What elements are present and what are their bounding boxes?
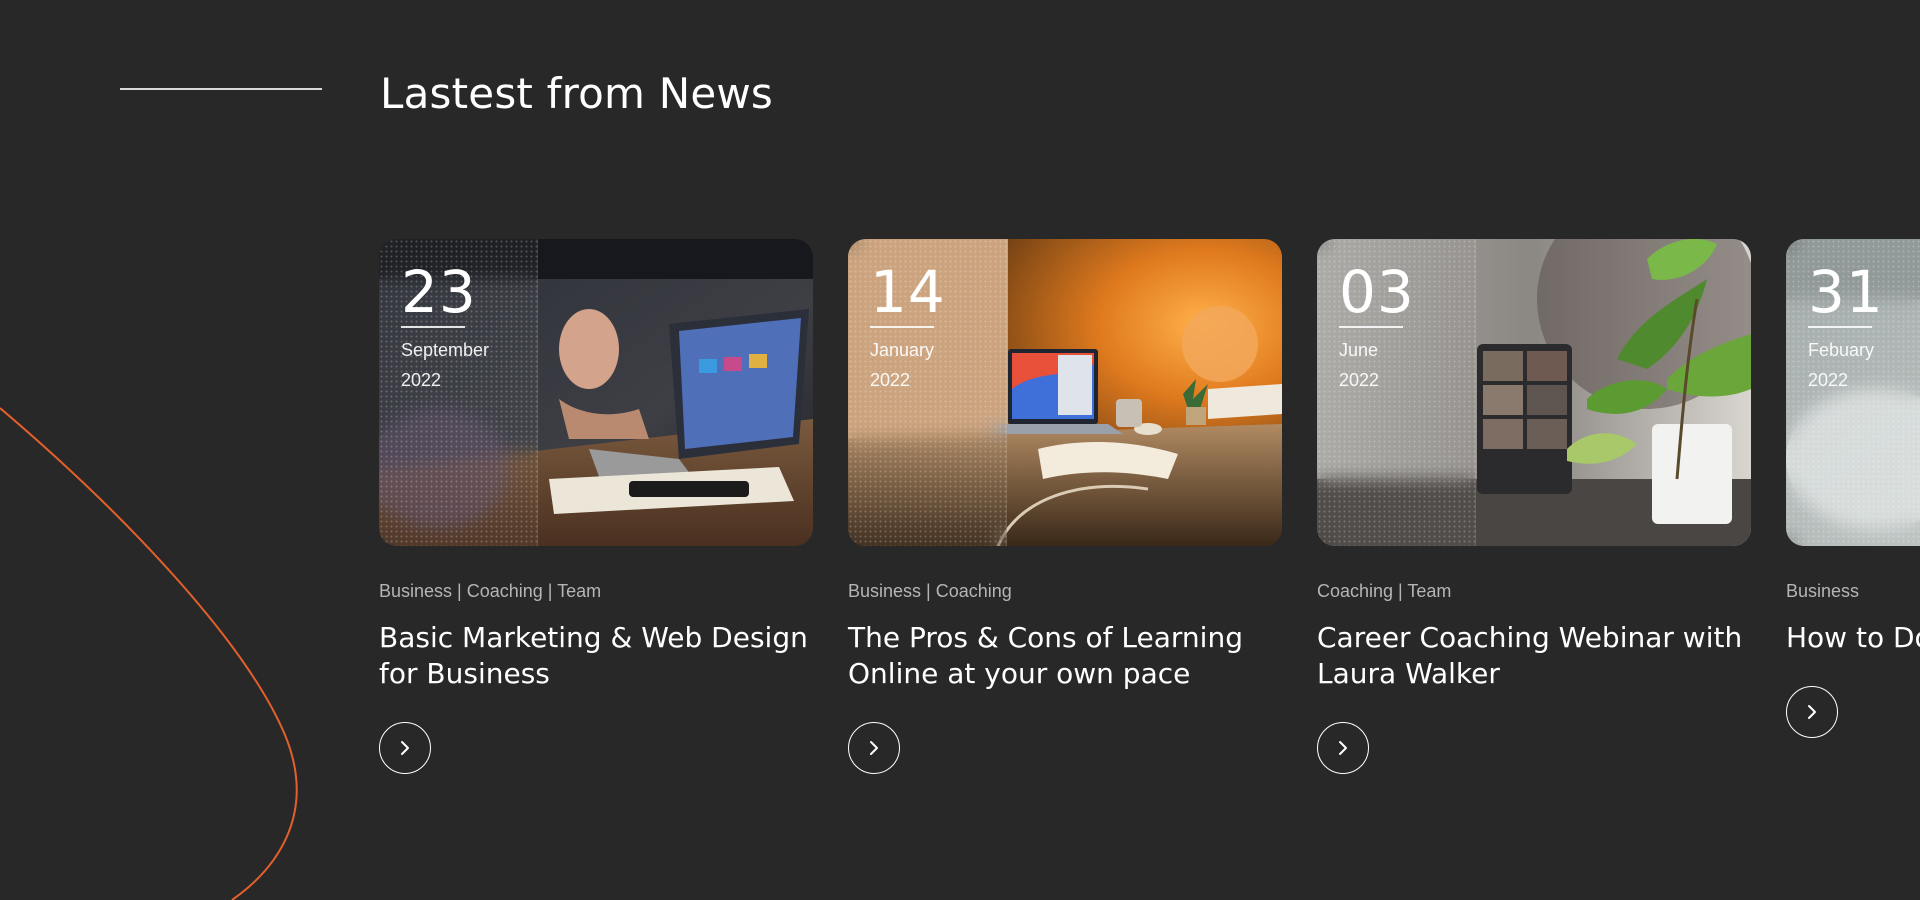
date-divider <box>870 326 934 328</box>
date-year: 2022 <box>870 370 911 390</box>
date-month: Febuary <box>1808 340 1875 360</box>
card-title[interactable]: Basic Marketing & Web Design for Busines… <box>379 620 819 692</box>
news-card: 23 September 2022 Business | Coaching | … <box>379 239 813 774</box>
card-image[interactable]: 31 Febuary 2022 <box>1786 239 1920 546</box>
date-divider <box>1339 326 1403 328</box>
card-image[interactable]: 03 June 2022 <box>1317 239 1751 546</box>
date-month: June <box>1339 340 1379 360</box>
date-day: 14 <box>870 258 946 326</box>
date-month: September <box>401 340 490 360</box>
card-categories: Business <box>1786 581 1860 601</box>
date-day: 03 <box>1339 258 1415 326</box>
section-divider <box>120 88 322 90</box>
date-month: January <box>870 340 935 360</box>
card-categories: Coaching | Team <box>1317 581 1452 601</box>
section-title: Lastest from News <box>380 69 774 118</box>
read-more-button[interactable] <box>1786 686 1838 738</box>
card-image[interactable]: 23 September 2022 <box>379 239 813 546</box>
card-image[interactable]: 14 January 2022 <box>848 239 1282 546</box>
news-card: 31 Febuary 2022 Business How to Do Busin… <box>1786 239 1920 738</box>
news-card: 03 June 2022 Coaching | Team Career Coac… <box>1317 239 1751 774</box>
news-card: 14 January 2022 Business | Coaching The … <box>848 239 1282 774</box>
card-title[interactable]: Career Coaching Webinar with Laura Walke… <box>1317 620 1757 692</box>
chevron-right-icon <box>870 741 878 755</box>
date-divider <box>1808 326 1872 328</box>
read-more-button[interactable] <box>379 722 431 774</box>
news-section: Lastest from News 23 September 2022 Busi… <box>0 0 1920 900</box>
date-overlay: 31 Febuary 2022 <box>1786 239 1920 546</box>
chevron-right-icon <box>401 741 409 755</box>
read-more-button[interactable] <box>848 722 900 774</box>
chevron-right-icon <box>1339 741 1347 755</box>
date-overlay: 23 September 2022 <box>379 239 538 546</box>
chevron-right-icon <box>1808 705 1816 719</box>
card-categories: Business | Coaching <box>848 581 1012 601</box>
card-title[interactable]: How to Do Business <box>1786 620 1920 656</box>
date-year: 2022 <box>1339 370 1380 390</box>
card-title[interactable]: The Pros & Cons of Learning Online at yo… <box>848 620 1288 692</box>
card-categories: Business | Coaching | Team <box>379 581 602 601</box>
date-year: 2022 <box>401 370 442 390</box>
date-overlay: 14 January 2022 <box>848 239 1007 546</box>
date-day: 23 <box>401 258 477 326</box>
date-overlay: 03 June 2022 <box>1317 239 1476 546</box>
read-more-button[interactable] <box>1317 722 1369 774</box>
date-day: 31 <box>1808 258 1884 326</box>
date-divider <box>401 326 465 328</box>
news-carousel: 23 September 2022 Business | Coaching | … <box>379 239 1920 799</box>
date-year: 2022 <box>1808 370 1849 390</box>
